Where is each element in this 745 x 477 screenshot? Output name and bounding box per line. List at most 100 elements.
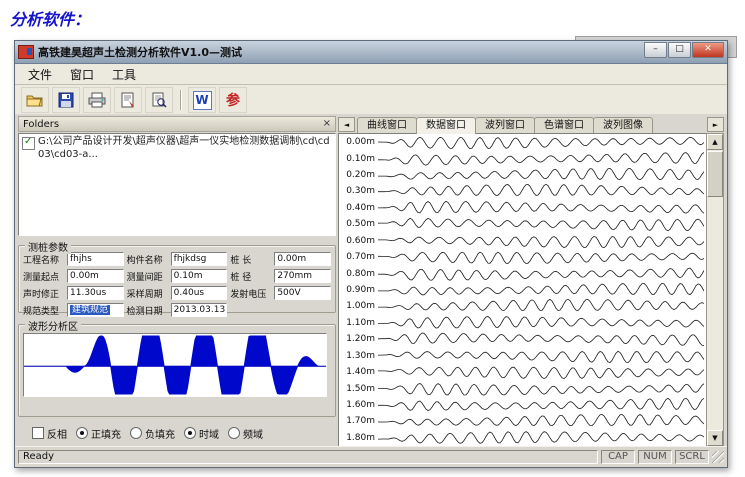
view-tabs: 曲线窗口数据窗口波列窗口色谱窗口波列图像 [357,117,652,133]
wave-row[interactable]: 1.20m [339,331,707,347]
wave-row[interactable]: 1.60m [339,397,707,413]
waveform-trace [378,397,704,413]
waveform-trace [378,183,704,199]
depth-label: 0.40m [339,203,378,213]
tab-数据窗口[interactable]: 数据窗口 [416,117,476,134]
waveform-controls: 反相 正填充 负填充 时域 频域 [18,424,336,442]
titlebar[interactable]: 高铁建昊超声土检测分析软件V1.0—测试 – □ ✕ [15,41,727,64]
wave-row[interactable]: 0.00m [339,134,707,150]
invert-checkbox[interactable]: 反相 [32,426,67,441]
wave-row[interactable]: 1.00m [339,298,707,314]
wave-row[interactable]: 1.40m [339,364,707,380]
scroll-down-icon[interactable]: ▼ [707,430,723,446]
folders-title: Folders [23,119,59,130]
waveform-trace [378,266,704,282]
param-value[interactable]: 270mm [274,269,331,283]
wave-row[interactable]: 0.20m [339,167,707,183]
wave-row[interactable]: 0.30m [339,183,707,199]
close-button[interactable]: ✕ [692,42,724,58]
param-field: 检测日期2013.03.13 [127,303,228,317]
tabstrip: ◄ 曲线窗口数据窗口波列窗口色谱窗口波列图像 ► [338,116,724,133]
wave-row[interactable]: 0.40m [339,200,707,216]
param-value[interactable]: 2013.03.13 [171,303,228,317]
domain-time-radio[interactable]: 时域 [184,426,219,441]
wave-row[interactable]: 0.10m [339,150,707,166]
menu-window[interactable]: 窗口 [61,64,103,85]
parameters-button[interactable]: 参 [219,87,247,113]
param-value[interactable]: 0.00m [67,269,124,283]
param-label: 检测日期 [127,304,169,317]
wave-row[interactable]: 0.90m [339,282,707,298]
minimize-button[interactable]: – [644,42,667,58]
waveform-trace [378,298,704,314]
folders-list: G:\公司产品设计开发\超声仪器\超声一仪实地检测数据调制\cd\cd03\cd… [18,133,336,236]
waveform-trace [378,430,704,446]
domain-frequency-radio[interactable]: 频域 [228,426,263,441]
wave-row[interactable]: 0.70m [339,249,707,265]
save-button[interactable] [52,87,80,113]
depth-label: 1.10m [339,318,378,328]
main-content: Folders × G:\公司产品设计开发\超声仪器\超声一仪实地检测数据调制\… [15,114,727,449]
waveform-trace [378,364,704,380]
param-value[interactable]: 0.10m [171,269,228,283]
menubar: 文件 窗口 工具 [15,64,727,85]
depth-label: 1.20m [339,334,378,344]
menu-file[interactable]: 文件 [19,64,61,85]
param-value[interactable]: 0.40us [171,286,228,300]
scrollbar-track[interactable] [707,198,723,430]
params-grid: 工程名称fhjhs构件名称fhjkdsg桩 长0.00m测量起点0.00m测量间… [19,246,335,319]
wave-row[interactable]: 0.60m [339,233,707,249]
open-folder-button[interactable] [21,87,49,113]
page-setup-button[interactable] [114,87,142,113]
word-export-button[interactable]: W [188,87,216,113]
param-label: 测量间距 [127,270,169,283]
menu-tools[interactable]: 工具 [103,64,145,85]
folder-item[interactable]: G:\公司产品设计开发\超声仪器\超声一仪实地检测数据调制\cd\cd03\cd… [22,136,332,161]
param-value[interactable]: fhjkdsg [171,252,228,266]
fill-negative-radio[interactable]: 负填充 [130,426,175,441]
page-setup-icon [120,92,136,108]
tab-色谱窗口[interactable]: 色谱窗口 [534,117,594,133]
status-ready: Ready [18,450,598,464]
radio-icon [228,427,240,439]
print-preview-icon [151,92,167,108]
param-value[interactable]: 11.30us [67,286,124,300]
folder-checkbox[interactable] [22,137,35,150]
resize-grip[interactable] [712,451,724,463]
wave-row[interactable]: 1.70m [339,413,707,429]
wave-row[interactable]: 1.30m [339,347,707,363]
folder-path: G:\公司产品设计开发\超声仪器\超声一仪实地检测数据调制\cd\cd03\cd… [38,136,332,161]
tab-波列图像[interactable]: 波列图像 [593,117,653,133]
tab-波列窗口[interactable]: 波列窗口 [475,117,535,133]
status-cap: CAP [601,450,635,464]
fill-positive-radio[interactable]: 正填充 [76,426,121,441]
waveform-trace [378,151,704,167]
param-value[interactable]: 500V [274,286,331,300]
wave-row[interactable]: 0.50m [339,216,707,232]
param-value[interactable]: 建筑规范 [67,303,124,317]
vertical-scrollbar[interactable]: ▲ ▼ [706,133,724,447]
scrollbar-thumb[interactable] [707,151,723,197]
folders-header: Folders × [18,116,336,132]
depth-label: 0.80m [339,269,378,279]
waveform-trace [378,167,704,183]
depth-label: 0.10m [339,154,378,164]
waveform-trace [378,348,704,364]
tab-scroll-right-icon[interactable]: ► [707,117,724,132]
wave-row[interactable]: 1.50m [339,380,707,396]
maximize-button[interactable]: □ [668,42,691,58]
param-value[interactable]: fhjhs [67,252,124,266]
tab-scroll-left-icon[interactable]: ◄ [338,117,355,132]
wave-row[interactable]: 1.80m [339,430,707,446]
print-button[interactable] [83,87,111,113]
print-preview-button[interactable] [145,87,173,113]
tab-曲线窗口[interactable]: 曲线窗口 [357,117,417,133]
print-icon [88,92,106,108]
folders-close-icon[interactable]: × [323,119,331,129]
scroll-up-icon[interactable]: ▲ [707,134,723,150]
wave-row[interactable]: 1.10m [339,315,707,331]
wave-row[interactable]: 0.80m [339,265,707,281]
param-value[interactable]: 0.00m [274,252,331,266]
word-icon: W [193,91,212,110]
depth-label: 1.60m [339,400,378,410]
